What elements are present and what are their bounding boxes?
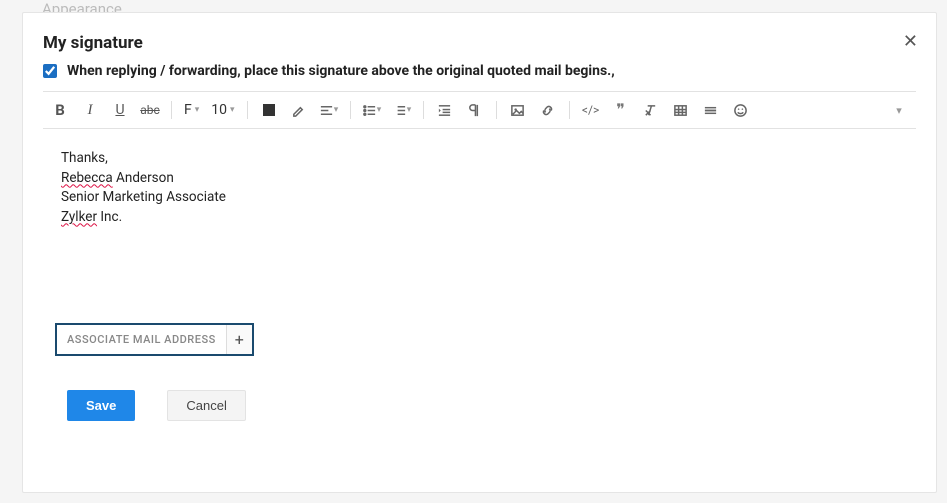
place-above-checkbox[interactable] [43, 64, 57, 78]
place-above-label: When replying / forwarding, place this s… [67, 63, 615, 79]
separator [247, 101, 248, 119]
associate-mail-add-button[interactable]: + [226, 325, 252, 354]
bullet-list-icon [362, 103, 377, 118]
signature-line: Zylker Inc. [61, 208, 898, 228]
highlight-button[interactable] [286, 98, 312, 122]
link-button[interactable] [535, 98, 561, 122]
modal-title: My signature [43, 33, 916, 53]
font-size-picker[interactable]: 10▾ [207, 102, 238, 118]
checkbox-row: When replying / forwarding, place this s… [43, 63, 916, 79]
text-color-button[interactable] [256, 98, 282, 122]
font-family-picker[interactable]: F▾ [180, 102, 203, 118]
save-button[interactable]: Save [67, 390, 135, 421]
signature-line: Senior Marketing Associate [61, 188, 898, 208]
direction-button[interactable] [462, 98, 488, 122]
indent-button[interactable] [432, 98, 458, 122]
clear-format-icon [643, 103, 658, 118]
image-icon [510, 103, 525, 118]
signature-editor[interactable]: Thanks, Rebecca Anderson Senior Marketin… [43, 129, 916, 319]
signature-modal: ✕ My signature When replying / forwardin… [22, 12, 937, 493]
indent-icon [437, 103, 452, 118]
image-button[interactable] [505, 98, 531, 122]
editor-toolbar: B I U abc F▾ 10▾ ▾ ▾ ▾ [43, 91, 916, 129]
numbered-list-button[interactable]: ▾ [389, 98, 415, 122]
align-left-icon [319, 103, 334, 118]
emoji-icon [733, 103, 748, 118]
numbered-list-icon [392, 103, 407, 118]
separator [350, 101, 351, 119]
bullet-list-button[interactable]: ▾ [359, 98, 385, 122]
hr-icon [703, 103, 718, 118]
code-button[interactable]: </> [578, 98, 604, 122]
button-row: Save Cancel [67, 390, 916, 421]
strikethrough-button[interactable]: abc [137, 98, 163, 122]
table-button[interactable] [668, 98, 694, 122]
separator [569, 101, 570, 119]
hr-button[interactable] [698, 98, 724, 122]
signature-line: Thanks, [61, 149, 898, 169]
cancel-button[interactable]: Cancel [167, 390, 245, 421]
associate-mail-address: ASSOCIATE MAIL ADDRESS + [55, 323, 254, 356]
separator [423, 101, 424, 119]
signature-line: Rebecca Anderson [61, 169, 898, 189]
table-icon [673, 103, 688, 118]
italic-button[interactable]: I [77, 98, 103, 122]
pilcrow-icon [467, 103, 482, 118]
underline-button[interactable]: U [107, 98, 133, 122]
align-button[interactable]: ▾ [316, 98, 342, 122]
quote-button[interactable]: ❞ [608, 98, 634, 122]
separator [171, 101, 172, 119]
close-icon[interactable]: ✕ [903, 31, 918, 52]
more-button[interactable]: ▾ [886, 98, 912, 122]
highlight-icon [291, 103, 306, 118]
separator [496, 101, 497, 119]
bold-button[interactable]: B [47, 98, 73, 122]
clear-format-button[interactable] [638, 98, 664, 122]
link-icon [540, 103, 555, 118]
emoji-button[interactable] [728, 98, 754, 122]
associate-mail-label: ASSOCIATE MAIL ADDRESS [57, 325, 226, 354]
